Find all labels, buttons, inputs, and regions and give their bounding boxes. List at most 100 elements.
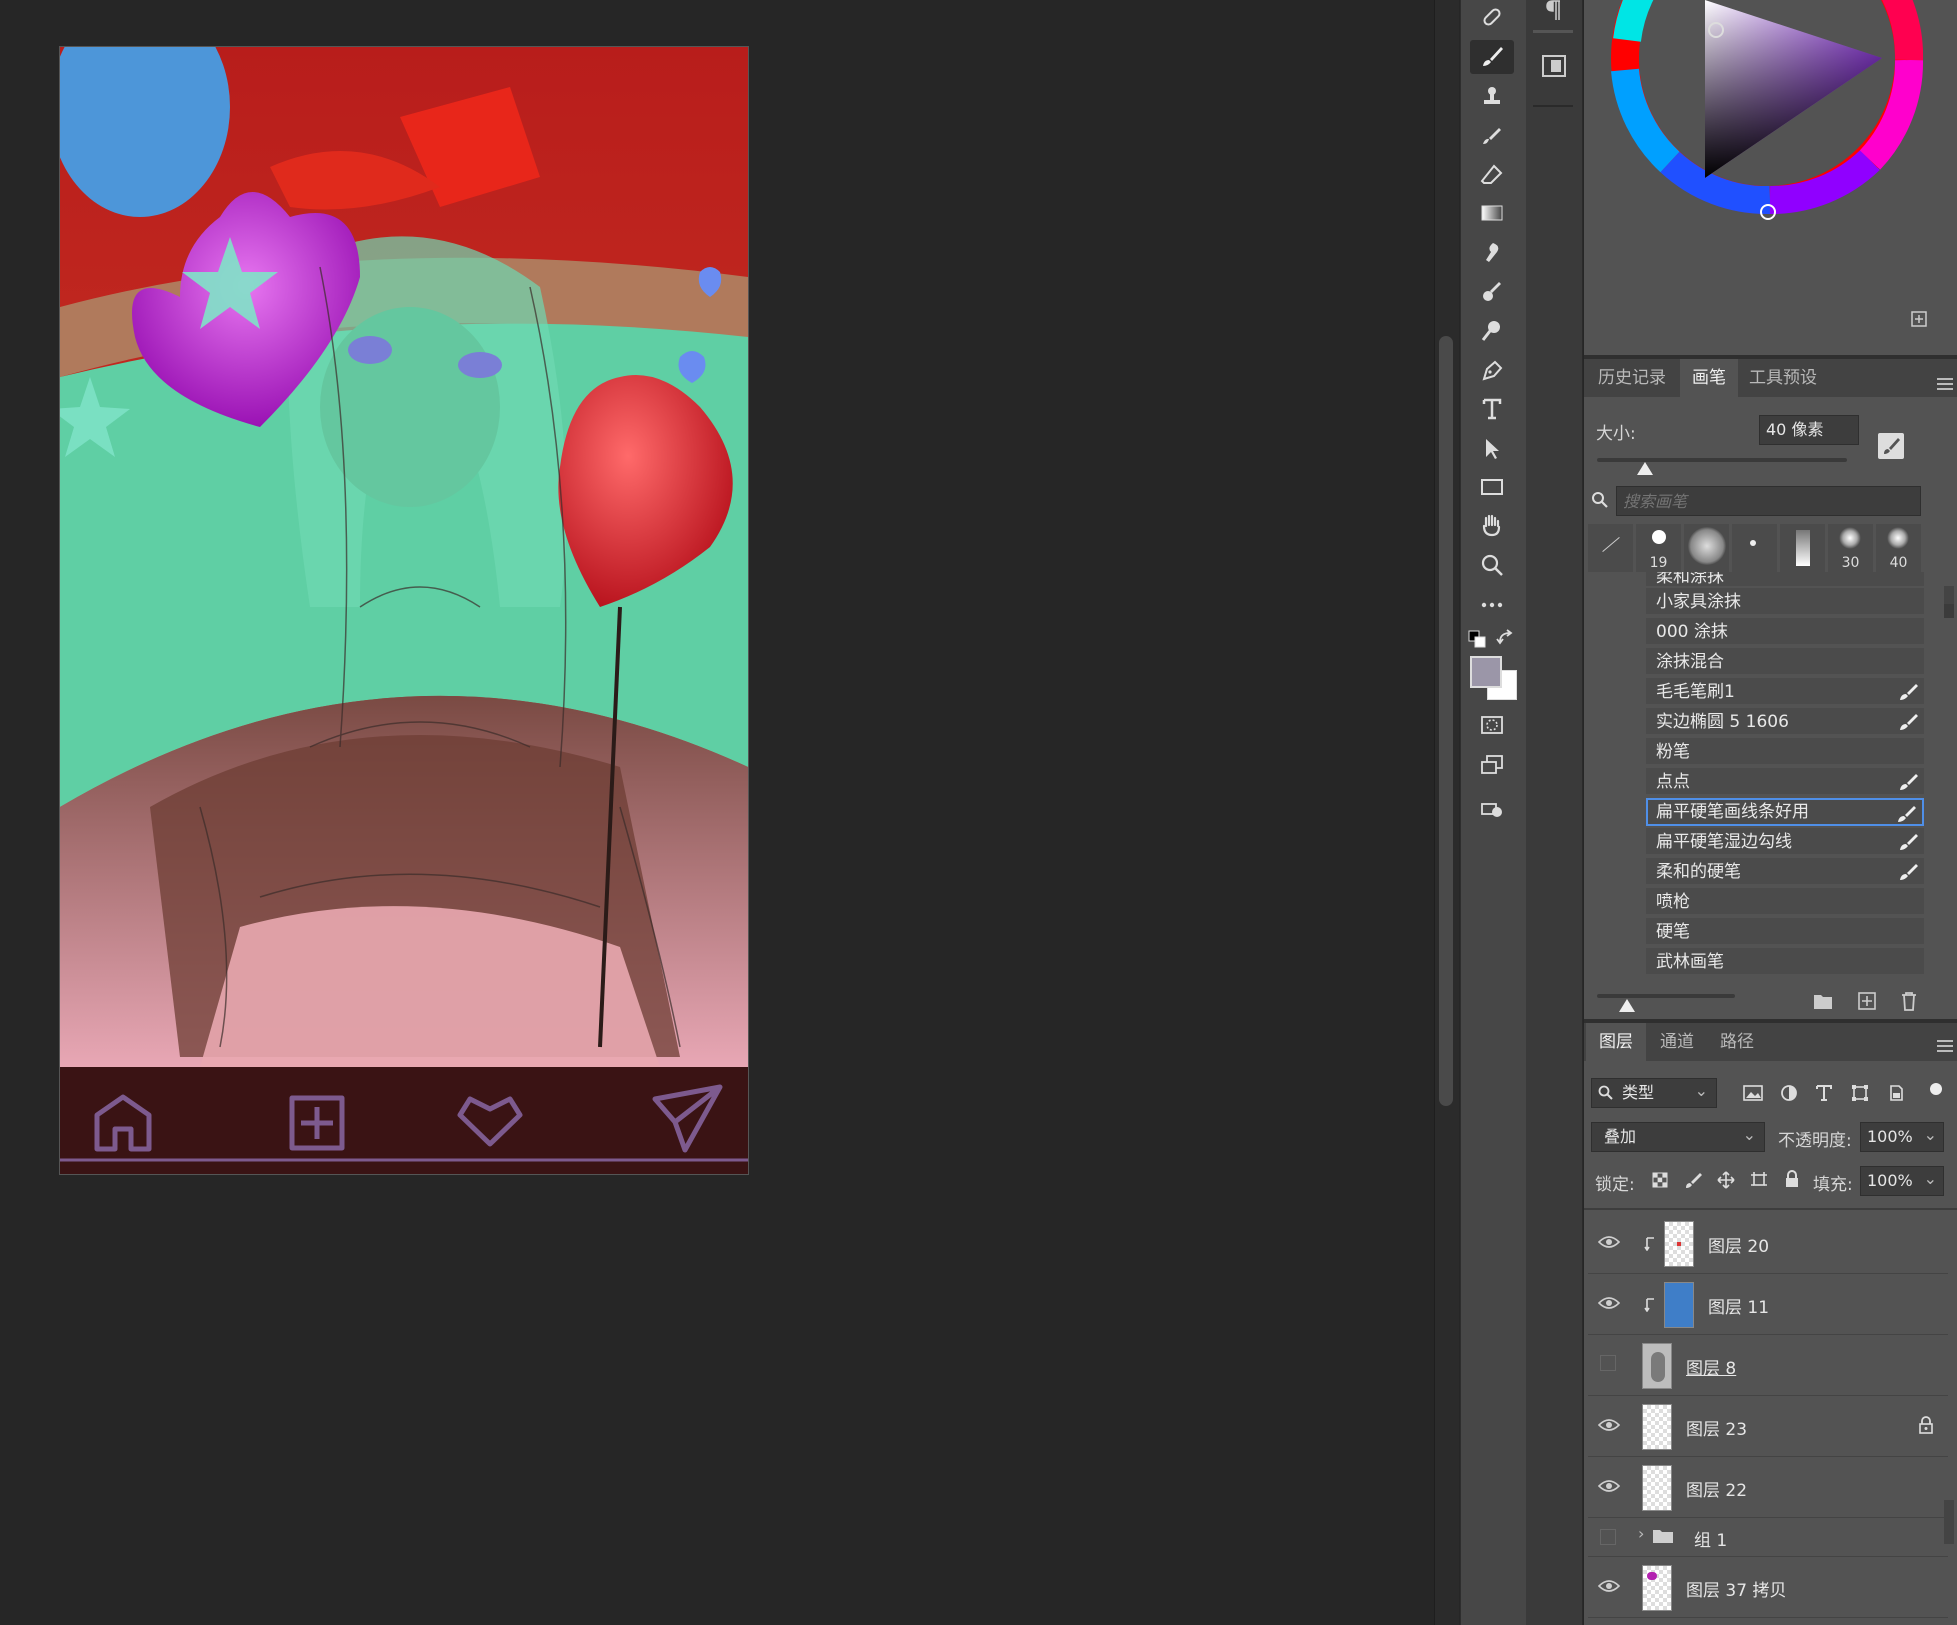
preview-size-slider[interactable] (1597, 994, 1735, 998)
edit-toolbar-button[interactable] (1470, 792, 1514, 826)
swap-colors-icon[interactable] (1496, 628, 1516, 648)
brush-preset-6[interactable]: 30 (1828, 524, 1873, 572)
document-canvas[interactable] (59, 46, 749, 1175)
layer-row[interactable]: 图层 11 (1588, 1274, 1948, 1335)
layer-row[interactable]: 图层 37 拷贝 (1588, 1557, 1948, 1618)
tab-tool-presets[interactable]: 工具预设 (1740, 359, 1826, 397)
more-tools-button[interactable] (1470, 588, 1514, 622)
panel-menu-icon[interactable] (1937, 378, 1953, 390)
tab-brushes[interactable]: 画笔 (1680, 359, 1738, 397)
filter-toggle-dot[interactable] (1930, 1083, 1942, 1095)
layer-row[interactable]: 图层 20 (1588, 1213, 1948, 1274)
brush-list-scroll-thumb[interactable] (1944, 604, 1954, 618)
new-brush-icon[interactable] (1878, 433, 1904, 459)
brush-size-slider-handle[interactable] (1637, 462, 1653, 475)
tab-channels[interactable]: 通道 (1648, 1023, 1706, 1061)
scrollbar-thumb[interactable] (1439, 336, 1453, 1106)
visibility-toggle-empty[interactable] (1600, 1355, 1616, 1371)
eye-icon[interactable] (1598, 1235, 1620, 1249)
new-swatch-icon[interactable] (1910, 310, 1928, 328)
dodge-tool[interactable] (1470, 314, 1514, 348)
eye-icon[interactable] (1598, 1579, 1620, 1593)
quick-mask-button[interactable] (1470, 708, 1514, 742)
brush-list-item[interactable]: 毛毛笔刷1 (1646, 678, 1924, 706)
panel-divider (1584, 1208, 1957, 1210)
layers-menu-icon[interactable] (1937, 1040, 1953, 1052)
new-brush-group-icon[interactable] (1812, 990, 1834, 1012)
brush-list-item[interactable]: 扁平硬笔湿边勾线 (1646, 828, 1924, 856)
pen-tool[interactable] (1470, 354, 1514, 388)
mixer-brush-tool[interactable] (1470, 274, 1514, 308)
eye-icon[interactable] (1598, 1418, 1620, 1432)
opacity-field[interactable]: 100% ⌄ (1860, 1122, 1944, 1152)
paragraph-icon[interactable] (1540, 0, 1566, 20)
brush-list-scrollbar[interactable] (1944, 586, 1954, 604)
brush-list-item[interactable]: 000 涂抹 (1646, 618, 1924, 646)
smart-object-filter-icon[interactable] (1885, 1082, 1907, 1104)
gradient-tool[interactable] (1470, 196, 1514, 230)
properties-panel-icon[interactable] (1540, 52, 1568, 80)
lock-image-pixels-icon[interactable] (1683, 1170, 1703, 1190)
adjustment-filter-icon[interactable] (1778, 1082, 1800, 1104)
brush-list-item[interactable]: 点点 (1646, 768, 1924, 796)
tab-history[interactable]: 历史记录 (1586, 359, 1678, 397)
default-colors-icon[interactable] (1468, 630, 1486, 648)
brush-list-item[interactable]: 喷枪 (1646, 888, 1924, 916)
trash-icon[interactable] (1898, 990, 1920, 1012)
color-wheel[interactable] (1600, 0, 1946, 230)
rectangle-tool[interactable] (1470, 470, 1514, 504)
visibility-toggle-empty[interactable] (1600, 1529, 1616, 1545)
pixel-layer-filter-icon[interactable] (1742, 1082, 1764, 1104)
layer-group-row[interactable]: › 组 1 (1588, 1518, 1948, 1557)
brush-list-item-selected[interactable]: 扁平硬笔画线条好用 (1646, 798, 1924, 826)
eraser-tool[interactable] (1470, 158, 1514, 192)
type-filter-icon[interactable] (1813, 1082, 1835, 1104)
eye-icon[interactable] (1598, 1296, 1620, 1310)
clone-stamp-tool[interactable] (1470, 80, 1514, 114)
blend-mode-select[interactable]: 叠加 ⌄ (1591, 1122, 1765, 1152)
brush-preset-1[interactable] (1588, 524, 1633, 572)
lock-position-icon[interactable] (1716, 1170, 1736, 1190)
brush-size-slider-track[interactable] (1597, 458, 1847, 462)
brush-list-item[interactable]: 小家具涂抹 (1646, 588, 1924, 616)
brush-tool[interactable] (1470, 40, 1514, 74)
smudge-tool[interactable] (1470, 236, 1514, 270)
layer-row[interactable]: 图层 8 (1588, 1335, 1948, 1396)
fill-field[interactable]: 100% ⌄ (1860, 1166, 1944, 1196)
history-brush-tool[interactable] (1470, 120, 1514, 154)
eye-icon[interactable] (1598, 1479, 1620, 1493)
brush-preset-5[interactable] (1780, 524, 1825, 572)
lock-artboard-icon[interactable] (1749, 1170, 1769, 1190)
brush-preset-7[interactable]: 40 (1876, 524, 1921, 572)
preview-size-handle[interactable] (1619, 999, 1635, 1012)
screen-mode-button[interactable] (1470, 748, 1514, 782)
lock-transparent-pixels-icon[interactable] (1650, 1170, 1670, 1190)
brush-size-field[interactable]: 40 像素 (1759, 415, 1859, 445)
tab-layers[interactable]: 图层 (1586, 1023, 1646, 1061)
brush-list-item[interactable]: 硬笔 (1646, 918, 1924, 946)
layers-scroll-thumb[interactable] (1944, 1500, 1954, 1544)
type-tool[interactable] (1470, 392, 1514, 426)
brush-preset-2[interactable]: 19 (1636, 524, 1681, 572)
lock-all-icon[interactable] (1782, 1168, 1802, 1190)
brush-list-item[interactable]: 涂抹混合 (1646, 648, 1924, 676)
brush-list-item-partial[interactable]: 柔和涂抹 (1646, 572, 1924, 586)
tab-paths[interactable]: 路径 (1708, 1023, 1766, 1061)
brush-list-item[interactable]: 粉笔 (1646, 738, 1924, 766)
layer-row[interactable]: 图层 22 (1588, 1457, 1948, 1518)
brush-search-input[interactable] (1616, 486, 1921, 516)
chevron-right-icon[interactable]: › (1638, 1524, 1644, 1543)
brush-list-item[interactable]: 武林画笔 (1646, 948, 1924, 976)
zoom-tool[interactable] (1470, 548, 1514, 582)
brush-list-item[interactable]: 柔和的硬笔 (1646, 858, 1924, 886)
brush-list-item[interactable]: 实边椭圆 5 1606 (1646, 708, 1924, 736)
create-new-brush-icon[interactable] (1856, 990, 1878, 1012)
shape-filter-icon[interactable] (1849, 1082, 1871, 1104)
path-selection-tool[interactable] (1470, 432, 1514, 466)
brush-preset-3[interactable] (1684, 524, 1729, 572)
brush-preset-4[interactable] (1732, 524, 1777, 572)
foreground-color-swatch[interactable] (1470, 656, 1502, 688)
healing-brush-tool[interactable] (1470, 0, 1514, 34)
layer-row[interactable]: 图层 23 (1588, 1396, 1948, 1457)
hand-tool[interactable] (1470, 508, 1514, 542)
